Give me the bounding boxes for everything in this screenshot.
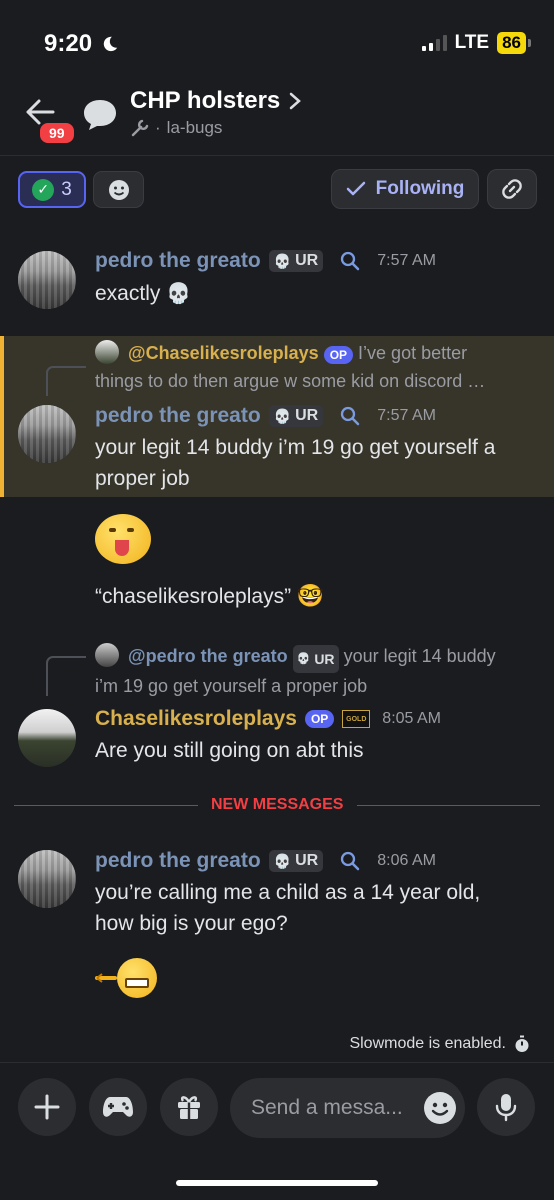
check-mark-icon: ✓ bbox=[32, 178, 55, 201]
skull-icon: 💀 bbox=[273, 407, 292, 424]
microphone-icon bbox=[495, 1094, 517, 1122]
add-reaction-button[interactable] bbox=[93, 171, 144, 208]
tongue-face-icon bbox=[95, 514, 151, 564]
channel-subtitle: · la-bugs bbox=[131, 118, 222, 138]
timestamp: 8:06 AM bbox=[377, 852, 436, 869]
new-messages-line-left bbox=[14, 805, 198, 806]
search-icon bbox=[341, 251, 360, 271]
guild-tag[interactable]: 💀 UR bbox=[268, 405, 324, 427]
skull-emoji-icon: 💀 bbox=[166, 283, 192, 305]
avatar[interactable] bbox=[18, 709, 76, 767]
gold-badge[interactable]: GOLD bbox=[342, 710, 371, 728]
separator-dot: · bbox=[155, 118, 161, 137]
gamepad-icon bbox=[103, 1097, 133, 1117]
slowmode-notice: Slowmode is enabled. bbox=[349, 1035, 530, 1053]
add-reaction-icon bbox=[108, 179, 129, 200]
search-icon bbox=[341, 851, 360, 871]
thread-bubble-icon bbox=[82, 98, 118, 137]
signal-icon bbox=[421, 35, 447, 51]
message-content: you’re calling me a child as a 14 year o… bbox=[95, 881, 481, 935]
reply-avatar bbox=[95, 340, 119, 364]
check-reaction-button[interactable]: ✓ 3 bbox=[18, 171, 86, 208]
gift-button[interactable] bbox=[160, 1078, 218, 1136]
following-label: Following bbox=[375, 178, 465, 199]
guild-tag[interactable]: 💀 UR bbox=[268, 850, 324, 872]
chevron-right-icon bbox=[290, 92, 302, 110]
reaction-count: 3 bbox=[61, 178, 72, 200]
reply-preview[interactable]: @pedro the greato 💀 UR your legit 14 budd… bbox=[95, 643, 535, 699]
timestamp: 8:05 AM bbox=[382, 710, 441, 727]
message-content: “chaselikesroleplays” 🤓 bbox=[95, 583, 325, 608]
reply-preview[interactable]: @Chaselikesroleplays OP I’ve got better … bbox=[95, 340, 535, 394]
plus-icon bbox=[34, 1094, 60, 1120]
grinning-face-icon bbox=[117, 958, 157, 998]
op-badge: OP bbox=[323, 346, 354, 364]
author-name[interactable]: pedro the greato bbox=[95, 404, 261, 428]
channel-title[interactable]: CHP holsters bbox=[130, 87, 302, 115]
avatar[interactable] bbox=[18, 251, 76, 309]
search-icon bbox=[341, 406, 360, 426]
pointing-hand-icon bbox=[95, 973, 117, 983]
message-content: exactly 💀 bbox=[95, 282, 192, 305]
parent-channel-name: la-bugs bbox=[166, 118, 223, 137]
header-divider bbox=[0, 155, 554, 156]
following-button[interactable]: Following bbox=[331, 169, 479, 209]
reply-connector bbox=[46, 656, 86, 696]
status-indicators: LTE 86 bbox=[421, 32, 531, 54]
battery-icon: 86 bbox=[497, 32, 531, 54]
moon-icon bbox=[103, 36, 117, 52]
author-name[interactable]: Chaselikesroleplays bbox=[95, 707, 297, 731]
attach-button[interactable] bbox=[18, 1078, 76, 1136]
voice-message-button[interactable] bbox=[477, 1078, 535, 1136]
message-content: Are you still going on abt this bbox=[95, 739, 364, 762]
avatar[interactable] bbox=[18, 850, 76, 908]
thread-title: CHP holsters bbox=[130, 87, 281, 114]
message-content: your legit 14 buddy i’m 19 go get yourse… bbox=[95, 436, 496, 490]
op-badge: OP bbox=[304, 710, 335, 728]
composer-divider bbox=[0, 1062, 554, 1063]
copy-link-button[interactable] bbox=[487, 169, 537, 209]
message-input-container[interactable] bbox=[230, 1078, 465, 1138]
notification-badge: 99 bbox=[38, 121, 76, 145]
custom-emoji[interactable] bbox=[95, 958, 157, 998]
wrench-icon bbox=[131, 119, 149, 137]
guild-tag: 💀 UR bbox=[292, 645, 339, 673]
message-header: pedro the greato 💀 UR 7:57 AM bbox=[95, 403, 436, 429]
timestamp: 7:57 AM bbox=[377, 407, 436, 424]
message-header: pedro the greato 💀 UR 7:57 AM bbox=[95, 248, 436, 274]
skull-icon: 💀 bbox=[273, 252, 292, 269]
network-type: LTE bbox=[454, 32, 490, 53]
author-name[interactable]: pedro the greato bbox=[95, 849, 261, 873]
timer-icon bbox=[515, 1035, 529, 1052]
avatar[interactable] bbox=[18, 405, 76, 463]
status-time: 9:20 bbox=[44, 30, 119, 58]
reply-author: @Chaselikesroleplays bbox=[128, 343, 319, 363]
timestamp: 7:57 AM bbox=[377, 252, 436, 269]
gift-icon bbox=[178, 1096, 200, 1119]
home-indicator[interactable] bbox=[176, 1180, 378, 1186]
reply-connector bbox=[46, 366, 86, 396]
skull-icon: 💀 bbox=[273, 852, 292, 869]
reply-author: @pedro the greato bbox=[128, 646, 288, 666]
new-messages-label[interactable]: NEW MESSAGES bbox=[211, 796, 343, 814]
link-icon bbox=[502, 179, 522, 199]
activities-button[interactable] bbox=[89, 1078, 147, 1136]
guild-tag[interactable]: 💀 UR bbox=[268, 250, 324, 272]
nerd-face-icon: 🤓 bbox=[296, 583, 325, 608]
message-input[interactable] bbox=[251, 1096, 411, 1120]
checkmark-icon bbox=[346, 181, 365, 196]
reply-avatar bbox=[95, 643, 119, 667]
author-name[interactable]: pedro the greato bbox=[95, 249, 261, 273]
new-messages-line-right bbox=[357, 805, 540, 806]
emoji-icon[interactable] bbox=[423, 1091, 457, 1125]
message-header: Chaselikesroleplays OP GOLD 8:05 AM bbox=[95, 706, 441, 732]
custom-emoji-sticker[interactable] bbox=[95, 514, 151, 564]
message-header: pedro the greato 💀 UR 8:06 AM bbox=[95, 848, 436, 874]
